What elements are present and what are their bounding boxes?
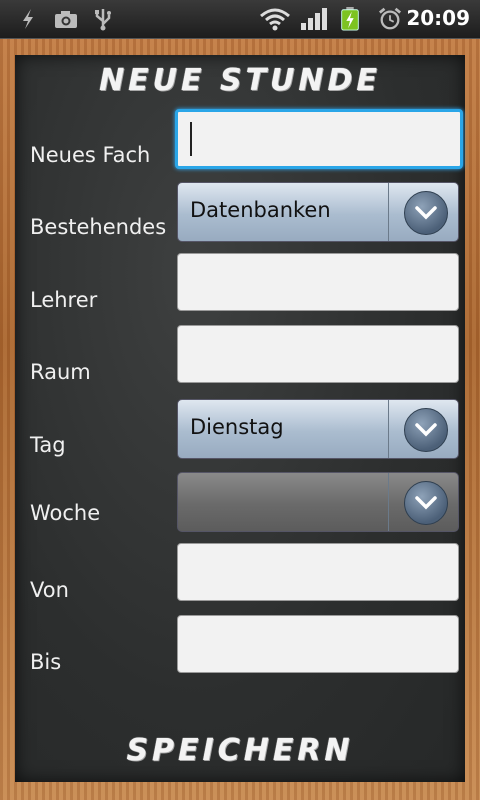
wooden-frame: NEUE STUNDE Neues Fach Bestehendes Daten… <box>0 39 480 800</box>
signal-icon <box>301 8 327 30</box>
chevron-down-icon[interactable] <box>404 191 448 235</box>
usb-icon <box>95 9 111 31</box>
existing-subject-dropdown[interactable]: Datenbanken <box>177 182 459 242</box>
teacher-label: Lehrer <box>30 288 98 312</box>
existing-subject-label: Bestehendes <box>30 215 167 239</box>
week-label: Woche <box>30 501 101 525</box>
clock: 20:09 <box>406 6 470 30</box>
from-time-input[interactable] <box>177 543 459 601</box>
status-bar: 20:09 <box>0 0 480 39</box>
new-subject-label: Neues Fach <box>30 143 151 167</box>
chevron-down-icon[interactable] <box>404 408 448 452</box>
day-label: Tag <box>30 433 66 457</box>
chalkboard: NEUE STUNDE Neues Fach Bestehendes Daten… <box>15 55 465 782</box>
wifi-icon <box>260 8 290 31</box>
camera-icon <box>55 11 77 28</box>
room-label: Raum <box>30 360 91 384</box>
to-time-input[interactable] <box>177 615 459 673</box>
page-title: NEUE STUNDE <box>99 63 381 98</box>
usb-debug-icon <box>23 9 33 29</box>
from-label: Von <box>30 578 69 602</box>
room-input[interactable] <box>177 325 459 383</box>
week-dropdown[interactable] <box>177 472 459 532</box>
chevron-down-icon[interactable] <box>404 481 448 525</box>
alarm-icon <box>378 7 402 30</box>
to-label: Bis <box>30 650 62 674</box>
day-value: Dienstag <box>190 415 284 439</box>
battery-charging-icon <box>341 7 359 31</box>
text-cursor <box>190 122 192 156</box>
day-dropdown[interactable]: Dienstag <box>177 399 459 459</box>
save-button[interactable]: SPEICHERN <box>15 733 465 768</box>
existing-subject-value: Datenbanken <box>190 198 331 222</box>
new-subject-input[interactable] <box>175 109 463 169</box>
teacher-input[interactable] <box>177 253 459 311</box>
